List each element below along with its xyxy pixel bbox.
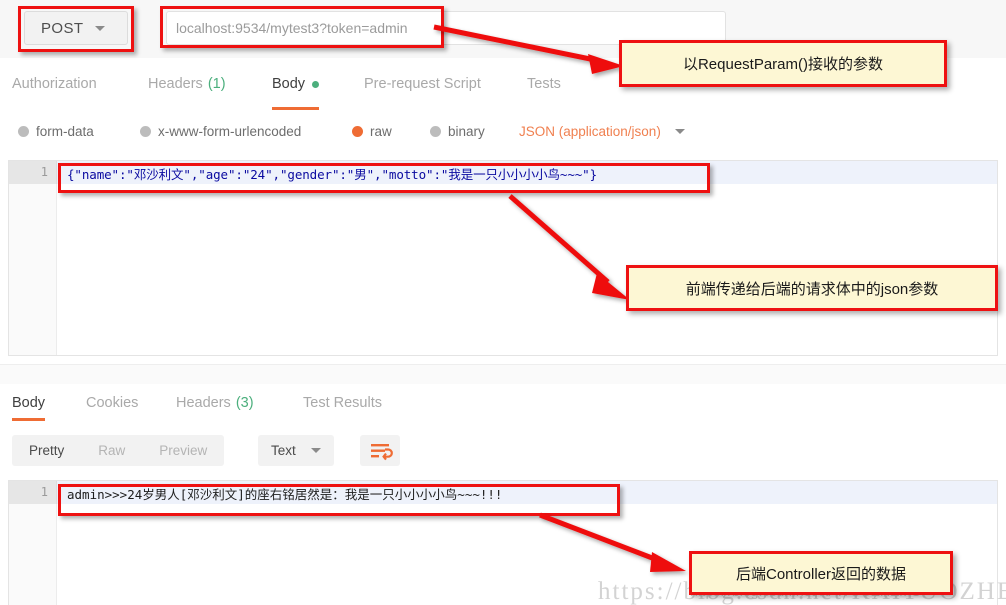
view-mode-raw[interactable]: Raw — [81, 443, 142, 458]
request-url-input[interactable]: localhost:9534/mytest3?token=admin — [166, 11, 726, 45]
content-type-label: JSON (application/json) — [519, 124, 661, 139]
http-method-label: POST — [41, 19, 84, 37]
view-mode-pretty[interactable]: Pretty — [12, 443, 81, 458]
response-format-label: Text — [271, 443, 296, 458]
active-tab-underline — [12, 418, 46, 421]
response-tab-body[interactable]: Body — [12, 384, 46, 421]
active-tab-underline — [272, 107, 320, 110]
response-tabs: Body Cookies Headers (3) Test Results — [0, 384, 1006, 423]
radio-dot-icon — [430, 126, 441, 137]
radio-dot-selected-icon — [352, 126, 363, 137]
request-tabs: Authorization Headers (1) Body Pre-reque… — [0, 58, 1006, 112]
tab-tests[interactable]: Tests — [527, 58, 561, 110]
radio-dot-icon — [18, 126, 29, 137]
radio-binary[interactable]: binary — [430, 124, 485, 139]
body-type-row: form-data x-www-form-urlencoded raw bina… — [0, 111, 1006, 156]
tab-label: Tests — [527, 76, 561, 92]
tab-headers[interactable]: Headers (1) — [148, 58, 226, 110]
tab-label: Test Results — [303, 394, 382, 411]
http-method-dropdown[interactable]: POST — [24, 11, 128, 45]
editor-line-numbers: 1 — [9, 161, 57, 355]
response-editor-line-numbers: 1 — [9, 481, 57, 605]
tab-pre-request-script[interactable]: Pre-request Script — [364, 58, 481, 110]
panel-divider[interactable] — [0, 364, 1006, 386]
chevron-down-icon — [95, 25, 106, 31]
line-number: 1 — [40, 485, 48, 499]
radio-x-www-form-urlencoded[interactable]: x-www-form-urlencoded — [140, 124, 301, 139]
tab-label: Headers — [176, 394, 231, 411]
word-wrap-button[interactable] — [360, 435, 400, 466]
response-view-mode-group: Pretty Raw Preview — [12, 435, 225, 466]
response-tab-cookies[interactable]: Cookies — [86, 384, 138, 421]
tab-label: Pre-request Script — [364, 76, 481, 92]
radio-raw[interactable]: raw — [352, 124, 392, 139]
response-body-code: admin>>>24岁男人[邓沙利文]的座右铭居然是：我是一只小小小小鸟~~~!… — [67, 487, 503, 502]
response-tab-test-results[interactable]: Test Results — [303, 384, 382, 421]
response-toolbar: Pretty Raw Preview Text — [0, 422, 1006, 478]
view-mode-preview[interactable]: Preview — [142, 443, 224, 458]
radio-form-data[interactable]: form-data — [18, 124, 94, 139]
tab-label: Headers — [148, 76, 203, 92]
headers-count-badge: (1) — [207, 76, 226, 92]
tab-body[interactable]: Body — [272, 58, 320, 110]
tab-label: Body — [272, 76, 306, 92]
postman-window: POST localhost:9534/mytest3?token=admin … — [0, 0, 1006, 605]
chevron-down-icon — [310, 448, 321, 453]
line-number: 1 — [40, 165, 48, 179]
request-bar: POST localhost:9534/mytest3?token=admin — [0, 0, 1006, 59]
tab-label: Body — [12, 394, 46, 411]
request-body-code: {"name":"邓沙利文","age":"24","gender":"男","… — [67, 167, 598, 182]
request-url-value: localhost:9534/mytest3?token=admin — [176, 20, 408, 36]
radio-label: form-data — [36, 124, 94, 139]
radio-label: binary — [448, 124, 485, 139]
chevron-down-icon — [674, 129, 685, 134]
tab-label: Cookies — [86, 394, 139, 411]
response-headers-count-badge: (3) — [235, 394, 254, 411]
radio-dot-icon — [140, 126, 151, 137]
response-tab-headers[interactable]: Headers (3) — [176, 384, 254, 421]
radio-label: x-www-form-urlencoded — [158, 124, 302, 139]
radio-label: raw — [370, 124, 392, 139]
word-wrap-icon — [371, 444, 393, 461]
tab-label: Authorization — [12, 76, 97, 92]
content-type-dropdown[interactable]: JSON (application/json) — [519, 124, 685, 139]
body-filled-dot-icon — [312, 80, 320, 88]
tab-authorization[interactable]: Authorization — [12, 58, 97, 110]
request-body-editor[interactable]: 1 {"name":"邓沙利文","age":"24","gender":"男"… — [8, 160, 998, 356]
response-format-dropdown[interactable]: Text — [258, 435, 334, 466]
watermark-url-small: https://blog.csdn.net/KAITUOZHEMU — [690, 583, 922, 599]
